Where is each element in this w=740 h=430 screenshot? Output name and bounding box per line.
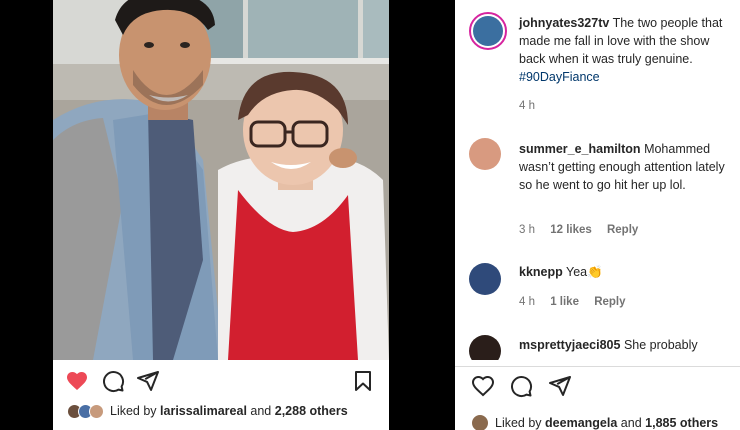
avatar[interactable] [469, 138, 501, 170]
comment-username[interactable]: msprettyjaeci805 [519, 338, 620, 352]
reply-button[interactable]: Reply [607, 224, 638, 236]
avatar [89, 403, 104, 419]
avatar[interactable] [469, 263, 501, 295]
liked-by-prefix: Liked by [110, 404, 157, 418]
avatar [471, 414, 489, 430]
comment-icon[interactable] [101, 369, 125, 393]
bookmark-icon[interactable] [351, 369, 375, 393]
avatar[interactable] [469, 12, 507, 50]
liked-by-user-link[interactable]: larissalimareal [160, 404, 247, 418]
share-icon[interactable] [548, 374, 572, 398]
others-count-link[interactable]: 2,288 others [275, 404, 348, 418]
left-screenshot: Liked by larissalimareal and 2,288 other… [0, 0, 455, 430]
heart-outline-icon[interactable] [471, 374, 495, 398]
liked-by-prefix: Liked by [495, 416, 542, 430]
post-card: Liked by larissalimareal and 2,288 other… [53, 0, 389, 430]
panel-action-bar [455, 362, 740, 404]
post-action-bar [53, 360, 389, 400]
comment-likes[interactable]: 1 like [550, 296, 579, 308]
comment-body: msprettyjaeci805 She probably [519, 336, 739, 354]
comment-username[interactable]: summer_e_hamilton [519, 142, 641, 156]
comment-text: Yea👏 [566, 265, 603, 279]
comment-username[interactable]: kknepp [519, 265, 563, 279]
post-likes-summary: Liked by larissalimareal and 2,288 other… [67, 402, 348, 420]
comment-likes[interactable]: 12 likes [550, 224, 592, 236]
share-icon[interactable] [136, 369, 160, 393]
comment-time: 4 h [519, 100, 535, 112]
and-text: and [620, 416, 642, 430]
comment-meta: 4 h 1 like Reply [519, 296, 638, 308]
comment-body: kknepp Yea👏 [519, 263, 739, 281]
comment-icon[interactable] [509, 374, 533, 398]
and-text: and [250, 404, 272, 418]
comment-meta: 3 h 12 likes Reply [519, 224, 650, 236]
comment-time: 4 h [519, 296, 535, 308]
hashtag-link[interactable]: #90DayFiance [519, 70, 600, 84]
comment-body: johnyates327tv The two people that made … [519, 14, 739, 86]
others-count-link[interactable]: 1,885 others [645, 416, 718, 430]
liked-by-user-link[interactable]: deemangela [545, 416, 617, 430]
liker-avatars [471, 414, 489, 430]
comment-username[interactable]: johnyates327tv [519, 16, 609, 30]
heart-filled-icon[interactable] [65, 369, 89, 393]
panel-likes-summary: Liked by deemangela and 1,885 others [471, 414, 718, 430]
liker-avatars [67, 403, 104, 419]
comment-body: summer_e_hamilton Mohammed wasn’t gettin… [519, 140, 739, 194]
comment-time: 3 h [519, 224, 535, 236]
comment-text: She probably [623, 338, 698, 352]
comment-meta: 4 h [519, 100, 547, 112]
comments-panel: johnyates327tv The two people that made … [455, 0, 740, 430]
post-photo [53, 0, 389, 360]
reply-button[interactable]: Reply [594, 296, 625, 308]
caption-partial: · · · · · · · · · · · · · · · · [67, 424, 181, 430]
